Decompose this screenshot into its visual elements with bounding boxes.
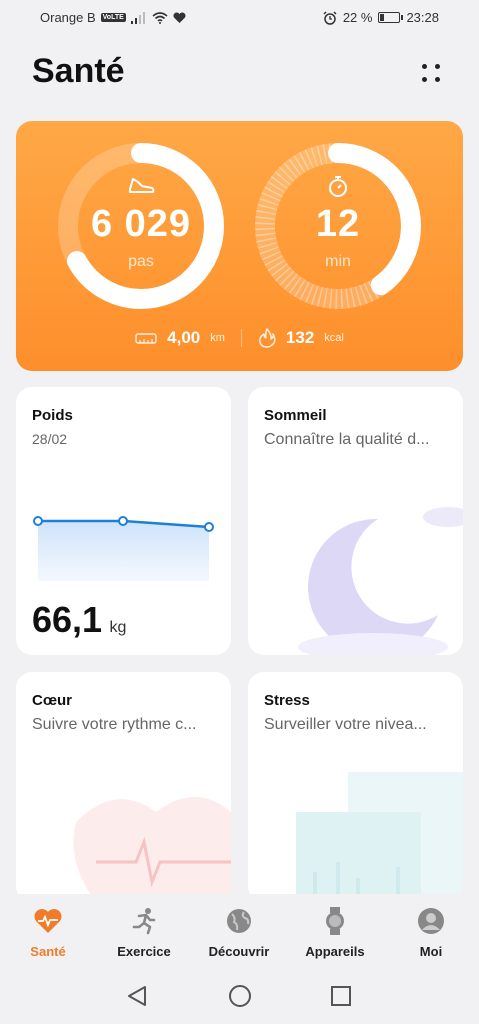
carrier-label: Orange B — [40, 10, 96, 25]
weight-tile[interactable]: Poids 28/02 66,1 kg — [16, 387, 231, 655]
nav-tab-exercice[interactable]: Exercice — [96, 906, 192, 959]
weight-date: 28/02 — [32, 431, 68, 447]
heart-icon — [34, 909, 62, 933]
nav-label: Moi — [419, 944, 443, 959]
volte-badge: VoLTE — [100, 13, 126, 22]
nav-tab-appareils[interactable]: Appareils — [287, 906, 383, 959]
nav-label: Découvrir — [208, 944, 270, 959]
sleep-tile[interactable]: Sommeil Connaître la qualité d... — [248, 387, 463, 655]
weight-unit: kg — [109, 619, 127, 636]
status-bar: Orange B VoLTE 22 % 23:28 — [0, 0, 479, 36]
stress-subtitle: Surveiller votre nivea... — [264, 716, 427, 733]
wifi-icon — [152, 11, 168, 24]
watch-icon — [326, 907, 344, 935]
activity-summary: 4,00 km 132 kcal — [16, 328, 463, 348]
ruler-icon — [135, 333, 157, 344]
health-heart-icon — [173, 11, 186, 23]
heart-title: Cœur — [32, 692, 72, 709]
heart-tile[interactable]: Cœur Suivre votre rythme c... — [16, 672, 231, 902]
weight-value: 66,1 — [32, 599, 103, 640]
heart-subtitle: Suivre votre rythme c... — [32, 716, 197, 733]
runner-icon — [132, 908, 156, 935]
battery-percent: 22 % — [342, 10, 373, 25]
nav-label: Exercice — [117, 944, 171, 959]
nav-tab-sante[interactable]: Santé — [0, 906, 96, 959]
recents-icon[interactable] — [330, 985, 352, 1007]
weight-point — [118, 516, 128, 526]
weight-point — [204, 522, 214, 532]
nav-label: Santé — [30, 944, 66, 959]
page-title: Santé — [32, 52, 125, 90]
minutes-value: 12 — [315, 203, 361, 245]
minutes-unit: min — [325, 253, 351, 270]
steps-value: 6 029 — [90, 203, 192, 245]
weight-point — [33, 516, 43, 526]
globe-icon — [227, 909, 251, 933]
more-menu-icon[interactable] — [418, 60, 444, 86]
weight-trend-chart — [33, 516, 214, 581]
shoe-icon — [129, 178, 155, 193]
heart-illustration — [73, 797, 231, 902]
stress-illustration — [296, 772, 463, 902]
stopwatch-icon — [329, 176, 347, 197]
person-icon — [418, 908, 444, 934]
nav-tab-moi[interactable]: Moi — [383, 906, 479, 959]
alarm-icon — [323, 10, 337, 25]
back-icon[interactable] — [126, 984, 148, 1008]
signal-icon — [130, 11, 145, 24]
distance-unit: km — [210, 332, 225, 344]
weight-title: Poids — [32, 407, 73, 424]
clock: 23:28 — [406, 10, 439, 25]
activity-card[interactable]: 6 029 pas 12 min 4,00 km 132 kcal — [16, 121, 463, 371]
nav-label: Appareils — [305, 944, 365, 959]
battery-icon — [378, 12, 404, 23]
stress-title: Stress — [264, 692, 310, 709]
sleep-subtitle: Connaître la qualité d... — [264, 431, 430, 448]
calories-value: 132 — [285, 328, 315, 347]
distance-value: 4,00 — [167, 328, 201, 347]
sleep-title: Sommeil — [264, 407, 327, 424]
calories-unit: kcal — [324, 332, 344, 344]
nav-tab-decouvrir[interactable]: Découvrir — [191, 906, 287, 959]
bottom-navigation: Santé Exercice Découvrir Appareils Moi — [0, 894, 479, 968]
home-icon[interactable] — [228, 984, 252, 1008]
steps-ring[interactable]: 6 029 pas — [56, 141, 226, 311]
steps-unit: pas — [128, 253, 154, 270]
stress-tile[interactable]: Stress Surveiller votre nivea... — [248, 672, 463, 902]
flame-icon — [259, 328, 276, 348]
active-minutes-ring[interactable]: 12 min — [253, 141, 423, 311]
system-navigation-bar — [0, 968, 479, 1024]
moon-illustration — [298, 507, 463, 655]
